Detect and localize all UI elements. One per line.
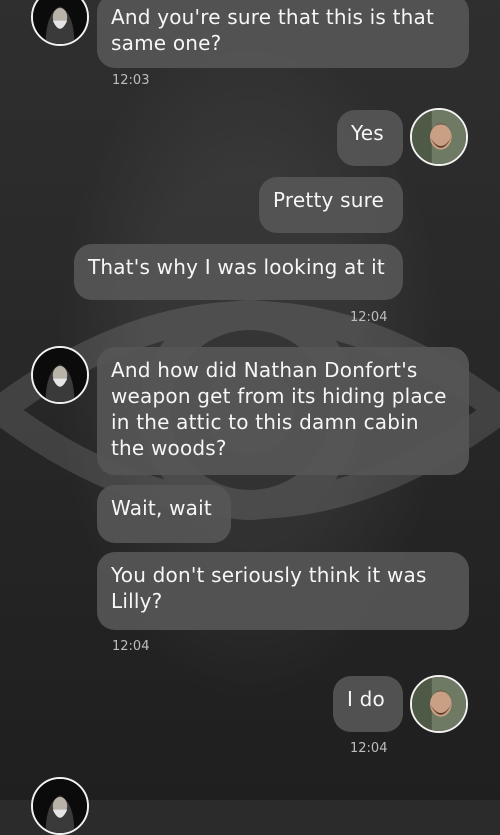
message-timestamp: 12:04 (350, 741, 388, 756)
message-bubble: You don't seriously think it was Lilly? (97, 552, 469, 630)
message-bubble: That's why I was looking at it (74, 244, 403, 300)
hooded-man-icon (33, 348, 87, 402)
bearded-man-icon (412, 110, 466, 164)
message-bubble: And how did Nathan Donfort's weapon get … (97, 347, 469, 475)
message-timestamp: 12:04 (112, 639, 150, 654)
hooded-man-icon (33, 0, 87, 44)
message-timestamp: 12:03 (112, 73, 150, 88)
message-bubble: Pretty sure (259, 177, 403, 233)
contact-avatar[interactable] (31, 777, 89, 835)
message-text: And you're sure that this is that same o… (111, 5, 435, 55)
message-text: Yes (351, 121, 384, 145)
message-bubble: I do (333, 676, 403, 732)
bearded-man-icon (412, 677, 466, 731)
message-text: Wait, wait (111, 496, 212, 520)
message-bubble: Wait, wait (97, 485, 231, 543)
contact-avatar[interactable] (31, 346, 89, 404)
message-text: That's why I was looking at it (88, 255, 385, 279)
user-avatar[interactable] (410, 675, 468, 733)
message-timestamp: 12:04 (350, 310, 388, 325)
message-text: Pretty sure (273, 188, 385, 212)
message-text: And how did Nathan Donfort's weapon get … (111, 358, 447, 460)
message-bubble: And you're sure that this is that same o… (97, 0, 469, 68)
hooded-man-icon (33, 779, 87, 833)
message-text: You don't seriously think it was Lilly? (111, 563, 427, 613)
user-avatar[interactable] (410, 108, 468, 166)
message-bubble: Yes (337, 110, 403, 166)
message-text: I do (347, 687, 385, 711)
